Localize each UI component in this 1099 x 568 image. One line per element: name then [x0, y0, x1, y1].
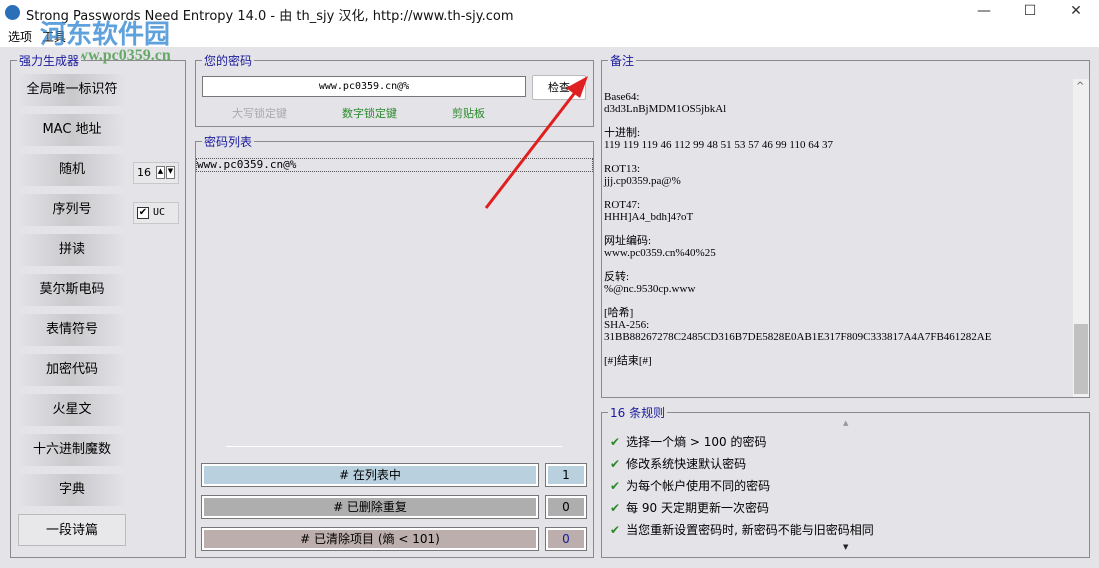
red-arrow-annotation [484, 76, 588, 209]
count-cleared-items: 0 [545, 527, 587, 551]
count-duplicates-removed: 0 [545, 495, 587, 519]
generator-button[interactable]: 全局唯一标识符 [18, 74, 126, 106]
generator-button[interactable]: 加密代码 [18, 354, 126, 386]
rules-group: 16 条规则 ▲ ✔ 选择一个熵 > 100 的密码 ✔ 修改系统快速默认密码 ✔ 为每个… [601, 404, 1090, 558]
generator-title: 强力生成器 [17, 52, 82, 69]
scroll-up-icon[interactable]: ^ [1076, 81, 1084, 92]
rules-title: 16 条规则 [608, 404, 668, 421]
generator-button[interactable]: 表情符号 [18, 314, 126, 346]
stat-cleared-items: # 已清除项目 (熵 < 101) [201, 527, 539, 551]
rules-up-icon[interactable]: ▲ [843, 419, 848, 427]
generator-group: 强力生成器 全局唯一标识符 MAC 地址 随机序列号拼读莫尔斯电码表情符号加密代码火… [10, 52, 186, 558]
generator-button[interactable]: 莫尔斯电码 [18, 274, 126, 306]
check-icon: ✔ [610, 523, 621, 537]
minimize-button[interactable]: — [961, 3, 1007, 23]
rule-text: 选择一个熵 > 100 的密码 [626, 435, 767, 449]
rules-down-icon[interactable]: ▼ [843, 543, 848, 551]
divider [226, 446, 562, 447]
generator-button[interactable]: 字典 [18, 474, 126, 506]
count-in-list: 1 [545, 463, 587, 487]
spin-up-icon[interactable]: ▲ [156, 166, 165, 179]
length-spinner[interactable]: 16 ▲ ▼ [133, 162, 179, 184]
check-icon: ✔ [610, 501, 621, 515]
rule-text: 每 90 天定期更新一次密码 [626, 501, 769, 515]
generator-button[interactable]: 拼读 [18, 234, 126, 266]
maximize-button[interactable]: ☐ [1007, 3, 1053, 23]
generator-button[interactable]: MAC 地址 [18, 114, 126, 146]
scrollbar-thumb[interactable] [1074, 324, 1088, 394]
generator-button[interactable]: 十六进制魔数 [18, 434, 126, 466]
rule-text: 为每个帐户使用不同的密码 [626, 479, 771, 493]
password-list-title: 密码列表 [202, 133, 255, 150]
close-button[interactable]: ✕ [1053, 3, 1099, 23]
password-input[interactable]: www.pc0359.cn@% [202, 76, 526, 97]
rule-item: ✔ 选择一个熵 > 100 的密码 [610, 433, 766, 450]
caps-lock-indicator: 大写锁定键 [232, 107, 287, 120]
check-icon: ✔ [610, 479, 621, 493]
rule-text: 当您重新设置密码时, 新密码不能与旧密码相同 [626, 523, 874, 537]
rule-item: ✔ 为每个帐户使用不同的密码 [610, 477, 770, 494]
notes-group: 备注 Base64: d3d3LnBjMDM1OS5jbkAl 十进制: 119… [601, 52, 1090, 398]
generator-button[interactable]: 火星文 [18, 394, 126, 426]
watermark-logo: 河东软件园 [40, 20, 171, 50]
check-icon: ✔ [610, 457, 621, 471]
check-icon: ✔ [610, 435, 621, 449]
generator-button[interactable]: 序列号 [18, 194, 126, 226]
password-title: 您的密码 [202, 52, 255, 69]
rule-text: 修改系统快速默认密码 [626, 457, 747, 471]
notes-text[interactable]: Base64: d3d3LnBjMDM1OS5jbkAl 十进制: 119 11… [604, 91, 1074, 397]
rule-item: ✔ 修改系统快速默认密码 [610, 455, 746, 472]
checkbox-check-icon: ✔ [137, 207, 149, 219]
stat-in-list: # 在列表中 [201, 463, 539, 487]
spin-down-icon[interactable]: ▼ [166, 166, 175, 179]
stat-duplicates-removed: # 已删除重复 [201, 495, 539, 519]
menu-options[interactable]: 选项 [8, 28, 32, 45]
rule-item: ✔ 当您重新设置密码时, 新密码不能与旧密码相同 [610, 521, 874, 538]
generator-button[interactable]: 一段诗篇 [18, 514, 126, 546]
notes-title: 备注 [608, 52, 637, 69]
uc-checkbox[interactable]: ✔ UC [133, 202, 179, 224]
uc-label: UC [153, 207, 166, 218]
app-icon [5, 5, 20, 20]
notes-scrollbar[interactable]: ^ [1073, 79, 1089, 397]
length-value: 16 [137, 166, 151, 179]
rule-item: ✔ 每 90 天定期更新一次密码 [610, 499, 769, 516]
num-lock-indicator: 数字锁定键 [342, 107, 397, 120]
generator-button[interactable]: 随机 [18, 154, 126, 186]
